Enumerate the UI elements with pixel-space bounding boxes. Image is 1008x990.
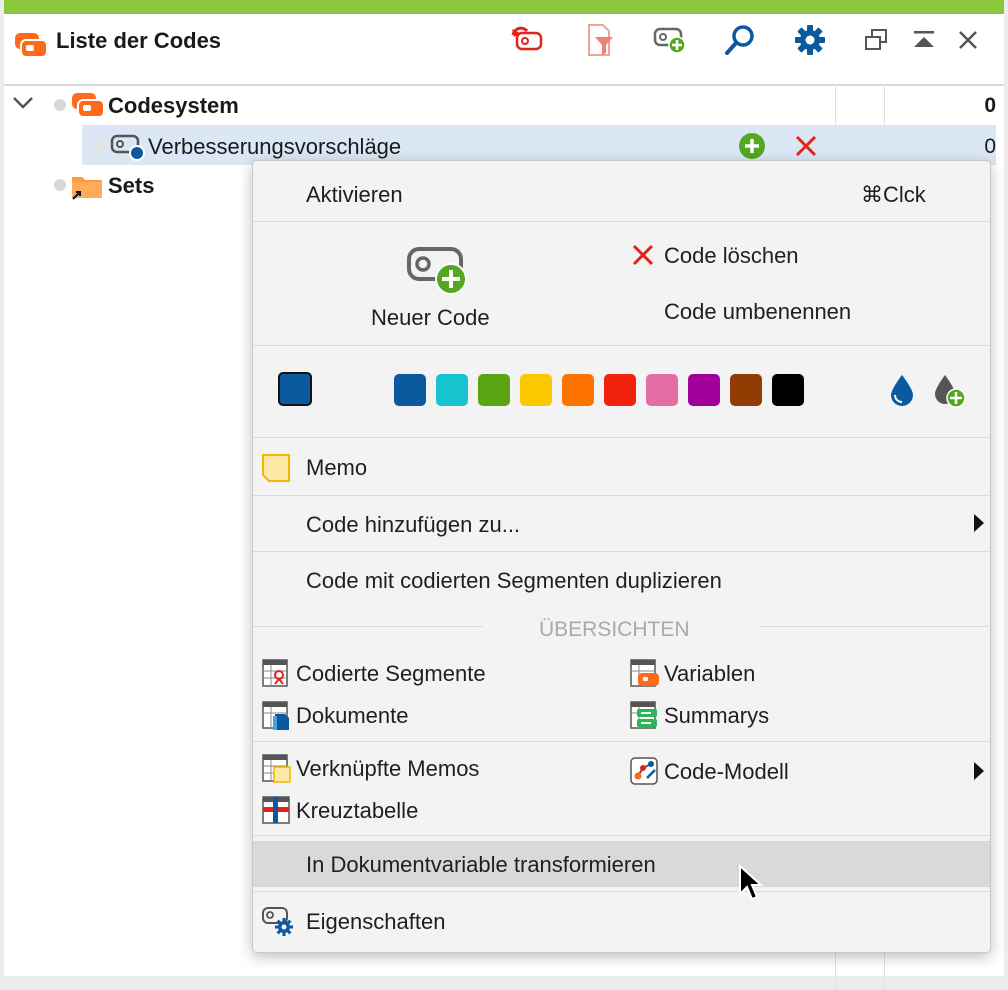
tree-row-codesystem[interactable]: Codesystem 0 — [4, 85, 1004, 125]
context-menu: Aktivieren ⌘Clck Neuer Code Code löschen… — [252, 160, 991, 953]
menu-item-memo[interactable]: Memo — [306, 455, 367, 481]
code-reset-icon — [511, 25, 545, 60]
menu-item-coded-segments[interactable]: Codierte Segmente — [296, 661, 486, 687]
search-icon — [724, 24, 756, 61]
menu-item-summaries[interactable]: Summarys — [664, 703, 769, 729]
add-color-icon[interactable] — [933, 373, 967, 414]
gear-icon — [794, 24, 826, 61]
menu-item-duplicate-code[interactable]: Code mit codierten Segmenten duplizieren — [306, 568, 722, 594]
delete-code-button[interactable] — [794, 134, 818, 163]
menu-separator — [253, 551, 990, 552]
menu-item-crosstab[interactable]: Kreuztabelle — [296, 798, 418, 824]
menu-separator — [759, 626, 989, 627]
undock-icon — [863, 28, 889, 57]
color-swatch[interactable] — [646, 374, 678, 406]
current-color-swatch[interactable] — [278, 372, 312, 406]
submenu-arrow-icon — [973, 513, 985, 538]
memo-icon — [261, 453, 291, 488]
mouse-cursor-icon — [738, 863, 764, 907]
color-swatch[interactable] — [520, 374, 552, 406]
status-dot — [54, 179, 66, 191]
menu-item-delete-code[interactable]: Code löschen — [664, 243, 799, 269]
close-icon — [957, 29, 979, 56]
menu-item-code-model[interactable]: Code-Modell — [664, 759, 789, 785]
window-header: Liste der Codes — [4, 14, 1004, 86]
menu-separator — [253, 626, 483, 627]
color-drop-icon[interactable] — [889, 373, 915, 412]
menu-separator — [253, 221, 990, 222]
tree-label-codesystem: Codesystem — [108, 93, 239, 118]
menu-item-transform-to-variable[interactable]: In Dokumentvariable transformieren — [306, 852, 656, 878]
color-swatch[interactable] — [688, 374, 720, 406]
status-dot — [54, 99, 66, 111]
code-count: 0 — [984, 135, 996, 158]
document-filter-icon — [585, 23, 615, 62]
documents-icon — [261, 700, 291, 735]
folder-shortcut-icon — [70, 171, 104, 206]
new-code-icon — [653, 25, 687, 60]
menu-item-properties[interactable]: Eigenschaften — [306, 909, 445, 935]
menu-item-activate[interactable]: Aktivieren — [306, 182, 403, 208]
search-button[interactable] — [722, 24, 758, 60]
menu-separator — [253, 835, 990, 836]
menu-item-variables[interactable]: Variablen — [664, 661, 755, 687]
menu-separator — [253, 741, 990, 742]
menu-separator — [253, 437, 990, 438]
filter-button[interactable] — [582, 23, 618, 62]
status-dot — [94, 139, 106, 151]
reset-activations-button[interactable] — [510, 24, 546, 60]
tree-label-sets: Sets — [108, 173, 155, 198]
tree-label-code: Verbesserungsvorschläge — [148, 134, 402, 159]
new-code-button[interactable]: Neuer Code — [361, 235, 513, 333]
close-window-button[interactable] — [950, 24, 986, 60]
color-swatch[interactable] — [478, 374, 510, 406]
code-count: 0 — [984, 94, 996, 117]
delete-icon — [631, 243, 655, 272]
new-code-icon — [405, 241, 471, 302]
color-swatch[interactable] — [394, 374, 426, 406]
code-model-icon — [629, 756, 659, 791]
color-swatch[interactable] — [772, 374, 804, 406]
menu-item-documents[interactable]: Dokumente — [296, 703, 409, 729]
variables-icon — [629, 658, 659, 693]
menu-item-add-code-to[interactable]: Code hinzufügen zu... — [306, 512, 520, 538]
collapse-up-icon — [912, 29, 936, 56]
properties-icon — [261, 905, 295, 942]
tree-row-code[interactable]: Verbesserungsvorschläge 0 — [4, 125, 1004, 165]
color-swatch[interactable] — [730, 374, 762, 406]
color-swatch[interactable] — [604, 374, 636, 406]
menu-separator — [253, 345, 990, 346]
code-system-icon — [14, 32, 48, 63]
code-tag-icon — [110, 133, 148, 166]
window-title: Liste der Codes — [56, 28, 222, 53]
color-swatch[interactable] — [436, 374, 468, 406]
menu-separator — [253, 891, 990, 892]
menu-item-rename-code[interactable]: Code umbenennen — [664, 299, 851, 325]
settings-button[interactable] — [792, 24, 828, 60]
submenu-arrow-icon — [973, 761, 985, 786]
maximize-window-button[interactable] — [906, 24, 942, 60]
new-code-toolbar-button[interactable] — [652, 24, 688, 60]
coded-segments-icon — [261, 658, 291, 693]
color-swatch[interactable] — [562, 374, 594, 406]
new-code-label: Neuer Code — [371, 305, 490, 330]
undock-window-button[interactable] — [858, 24, 894, 60]
chevron-down-icon[interactable] — [12, 95, 34, 116]
menu-separator — [253, 495, 990, 496]
section-header-overviews: ÜBERSICHTEN — [539, 618, 690, 641]
shortcut-label: ⌘Clck — [861, 182, 926, 207]
menu-item-linked-memos[interactable]: Verknüpfte Memos — [296, 756, 479, 782]
code-system-icon — [70, 92, 106, 123]
crosstab-icon — [261, 795, 291, 830]
summaries-icon — [629, 700, 659, 735]
linked-memos-icon — [261, 753, 291, 788]
